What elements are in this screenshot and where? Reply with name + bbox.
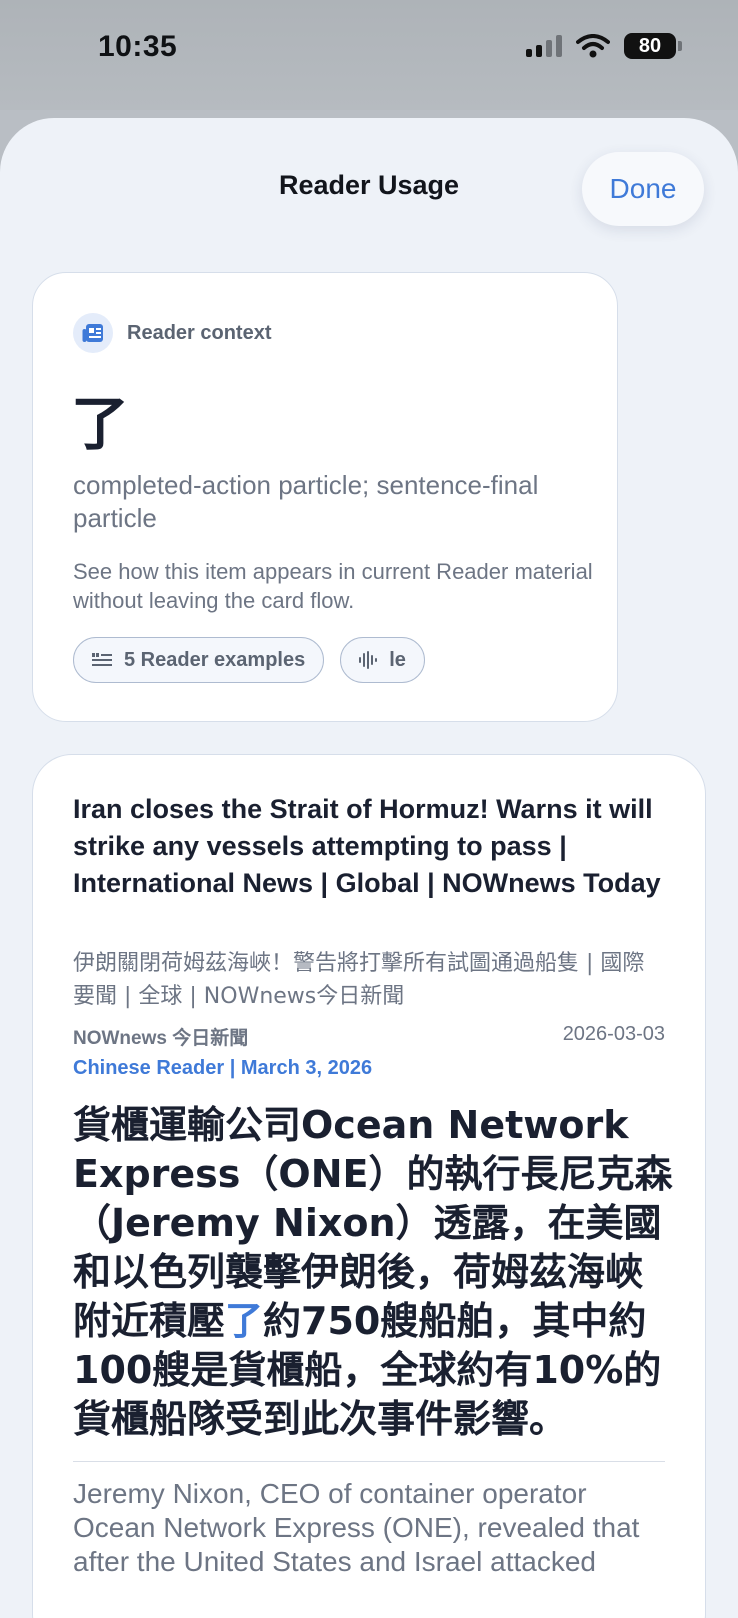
context-description: See how this item appears in current Rea… — [73, 559, 593, 613]
status-indicators: 80 — [526, 33, 682, 59]
chip-row: 5 Reader examples le — [73, 637, 425, 683]
highlighted-word[interactable]: 了 — [225, 1299, 263, 1343]
reader-examples-chip[interactable]: 5 Reader examples — [73, 637, 325, 683]
reader-label: Chinese Reader | March 3, 2026 — [73, 1057, 373, 1079]
wifi-icon — [576, 34, 610, 58]
article-date: 2026-03-03 — [562, 1023, 665, 1045]
status-time: 10:35 — [98, 30, 178, 63]
gloss: completed-action particle; sentence-fina… — [73, 470, 539, 533]
article-translation: Jeremy Nixon, CEO of container operator … — [73, 1478, 640, 1577]
pronunciation-label: le — [389, 648, 406, 671]
reader-context-card: Reader context 了 completed-action partic… — [32, 272, 618, 722]
context-header: Reader context — [73, 313, 272, 353]
quote-list-icon — [92, 653, 112, 666]
article-source: NOWnews 今日新聞 — [73, 1028, 249, 1049]
battery-level: 80 — [638, 34, 662, 57]
waveform-icon — [359, 651, 378, 669]
article-body: 貨櫃運輸公司Ocean Network Express（ONE）的執行長尼克森（… — [73, 1101, 673, 1444]
cellular-signal-icon — [526, 35, 562, 57]
context-label: Reader context — [127, 321, 272, 344]
divider — [73, 1461, 665, 1462]
article-title-chinese: 伊朗關閉荷姆茲海峽！警告將打擊所有試圖通過船隻 | 國際要聞 | 全球 | NO… — [73, 951, 645, 1009]
battery-icon: 80 — [624, 33, 682, 59]
newspaper-icon — [73, 313, 113, 353]
status-bar: 10:35 80 — [0, 0, 738, 110]
reader-usage-sheet: Reader Usage Done Reader context 了 compl… — [0, 118, 738, 1618]
article-card: Iran closes the Strait of Hormuz! Warns … — [32, 754, 706, 1618]
article-title: Iran closes the Strait of Hormuz! Warns … — [73, 794, 661, 898]
reader-examples-label: 5 Reader examples — [124, 648, 306, 671]
done-button[interactable]: Done — [582, 152, 704, 226]
headword: 了 — [71, 390, 130, 458]
pronunciation-chip[interactable]: le — [340, 637, 425, 683]
